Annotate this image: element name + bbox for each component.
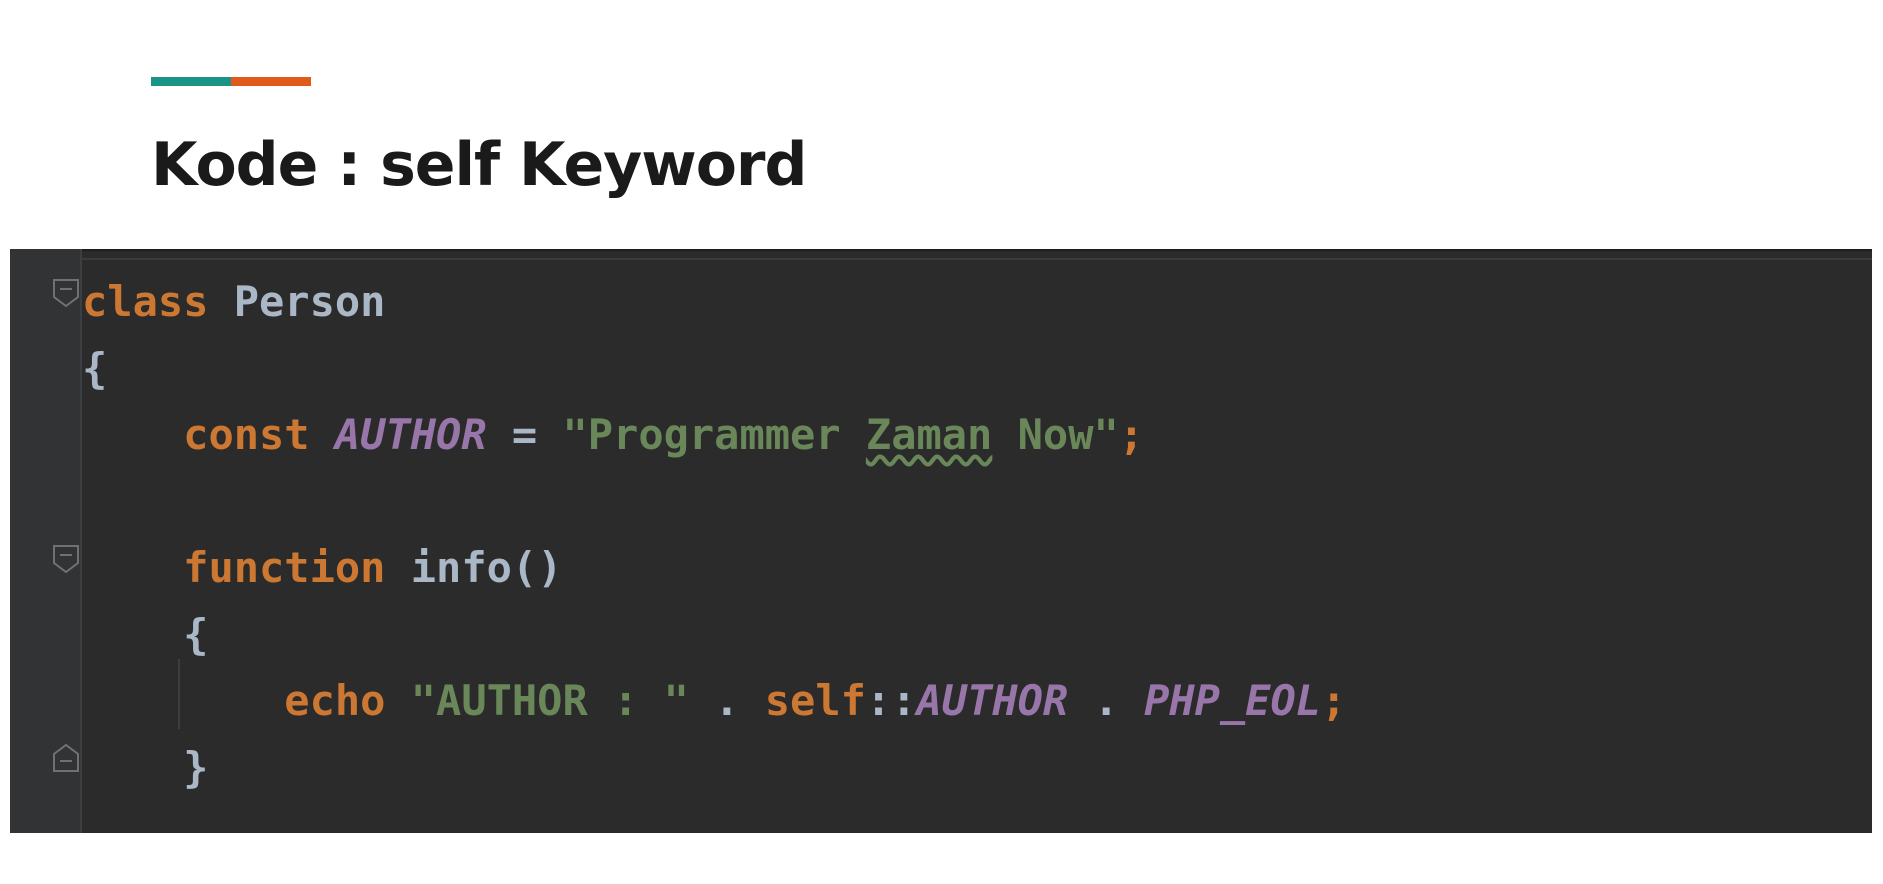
accent-bar-orange [231, 77, 311, 86]
code-token-str: "AUTHOR : " [410, 676, 689, 725]
code-token-kw: const [183, 410, 310, 459]
code-token-plain: . [1068, 676, 1145, 725]
code-token-kw: ; [1118, 410, 1145, 459]
code-line[interactable]: function info() [82, 535, 1346, 602]
code-line[interactable]: } [82, 735, 1346, 802]
fold-open-icon[interactable] [51, 543, 81, 575]
code-token-fn: info [410, 543, 512, 592]
code-line[interactable]: echo "AUTHOR : " . self::AUTHOR . PHP_EO… [82, 668, 1346, 735]
code-token-kw: class [82, 277, 209, 326]
code-token-cls: Person [233, 277, 386, 326]
code-token-plain: . [688, 676, 765, 725]
title-accent-bar [151, 77, 311, 86]
code-token-plain: { [82, 343, 108, 393]
code-line[interactable]: const AUTHOR = "Programmer Zaman Now"; [82, 402, 1346, 469]
code-editor[interactable]: class Person { const AUTHOR = "Programmer… [10, 249, 1872, 833]
code-token-const: AUTHOR [334, 410, 487, 459]
code-line[interactable] [82, 469, 1346, 536]
code-token-const: AUTHOR [916, 676, 1069, 725]
fold-close-icon[interactable] [51, 742, 81, 774]
code-token-kw: echo [284, 676, 386, 725]
accent-bar-teal [151, 77, 231, 86]
editor-gutter [10, 249, 82, 833]
code-line[interactable]: class Person [82, 269, 1346, 336]
code-token-str: Now" [992, 410, 1119, 459]
editor-top-border [10, 249, 1872, 251]
slide-title: Kode : self Keyword [151, 130, 807, 200]
code-token-str: "Programmer [562, 410, 866, 459]
editor-top-rule [82, 258, 1872, 260]
code-token-kw: ; [1321, 676, 1347, 725]
code-text[interactable]: class Person { const AUTHOR = "Programmer… [82, 269, 1346, 801]
code-token-plain: = [486, 410, 563, 459]
code-token-kw: function [183, 543, 386, 592]
code-token-plain: } [183, 742, 209, 792]
fold-open-icon[interactable] [51, 277, 81, 309]
code-token-plain: { [183, 609, 209, 659]
code-token-const: PHP_EOL [1144, 676, 1322, 725]
code-token-kw: self [764, 676, 866, 725]
code-line[interactable]: { [82, 336, 1346, 403]
code-token-str-squiggle: Zaman [865, 410, 993, 459]
code-token-plain: () [511, 543, 563, 592]
code-token-plain: :: [865, 676, 917, 725]
code-line[interactable]: { [82, 602, 1346, 669]
